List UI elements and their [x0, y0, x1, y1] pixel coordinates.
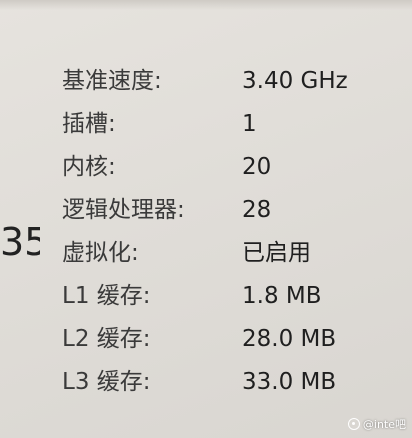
task-manager-cpu-panel: 35 基准速度: 3.40 GHz 插槽: 1 内核: 20 逻辑处理器: 28… — [0, 0, 412, 438]
spec-value: 3.40 GHz — [242, 68, 348, 94]
spec-value: 33.0 MB — [242, 369, 337, 395]
spec-row-l1-cache: L1 缓存: 1.8 MB — [62, 275, 402, 318]
spec-value: 1 — [242, 111, 257, 137]
spec-label: 基准速度: — [62, 68, 162, 94]
spec-label: 逻辑处理器: — [62, 197, 185, 223]
screen-bezel-edge — [0, 0, 412, 10]
spec-row-cores: 内核: 20 — [62, 146, 402, 189]
spec-value: 1.8 MB — [242, 283, 322, 309]
spec-row-l3-cache: L3 缓存: 33.0 MB — [62, 361, 402, 404]
spec-row-logical-processors: 逻辑处理器: 28 — [62, 189, 402, 232]
spec-label: 插槽: — [62, 111, 116, 137]
spec-value: 已启用 — [242, 240, 311, 266]
spec-label: 虚拟化: — [62, 240, 139, 266]
spec-row-virtualization: 虚拟化: 已启用 — [62, 232, 402, 275]
spec-value: 28 — [242, 197, 272, 223]
spec-row-base-speed: 基准速度: 3.40 GHz — [62, 60, 402, 103]
spec-row-sockets: 插槽: 1 — [62, 103, 402, 146]
watermark-text: @inte吧 — [362, 418, 406, 431]
cpu-spec-list: 基准速度: 3.40 GHz 插槽: 1 内核: 20 逻辑处理器: 28 虚拟… — [62, 60, 402, 404]
spec-value: 20 — [242, 154, 272, 180]
spec-value: 28.0 MB — [242, 326, 337, 352]
spec-row-l2-cache: L2 缓存: 28.0 MB — [62, 318, 402, 361]
spec-label: 内核: — [62, 154, 116, 180]
cropped-utilization-value: 35 — [0, 220, 40, 264]
spec-label: L2 缓存: — [62, 326, 151, 352]
tieba-logo-icon — [347, 418, 360, 430]
spec-label: L1 缓存: — [62, 283, 151, 309]
watermark: @inte吧 — [347, 416, 406, 432]
spec-label: L3 缓存: — [62, 369, 151, 395]
